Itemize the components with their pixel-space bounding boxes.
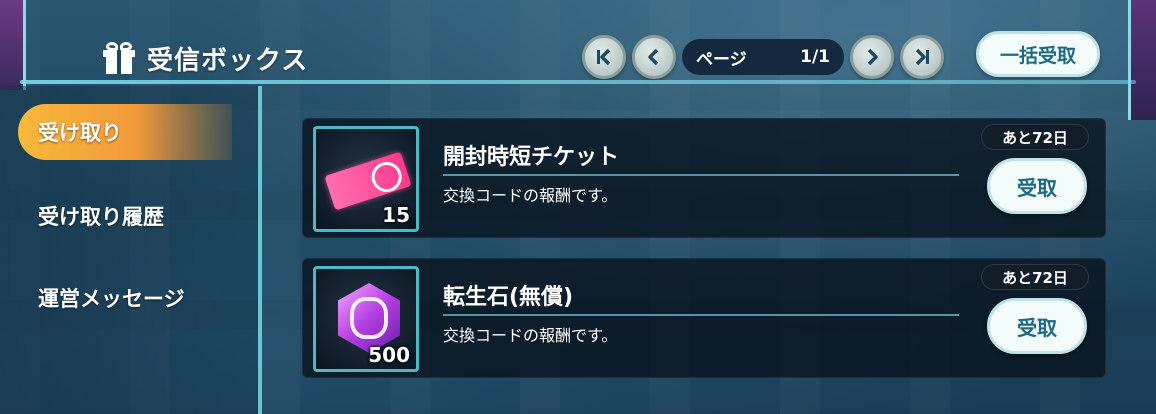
first-page-icon bbox=[597, 48, 611, 66]
last-page-icon bbox=[915, 48, 929, 66]
last-page-button[interactable] bbox=[900, 35, 944, 79]
days-left-badge: あと72日 bbox=[981, 264, 1089, 290]
list-item: 500 転生石(無償) 交換コードの報酬です。 あと72日 受取 bbox=[302, 258, 1106, 378]
item-divider bbox=[443, 174, 959, 176]
item-divider bbox=[443, 314, 959, 316]
title-text: 受信ボックス bbox=[147, 45, 309, 76]
list-item: 15 開封時短チケット 交換コードの報酬です。 あと72日 受取 bbox=[302, 118, 1106, 238]
claim-button[interactable]: 受取 bbox=[987, 298, 1087, 354]
sidebar-item-history[interactable]: 受け取り履歴 bbox=[18, 188, 232, 244]
sidebar: 受け取り 受け取り履歴 運営メッセージ bbox=[0, 86, 262, 414]
bulk-claim-button[interactable]: 一括受取 bbox=[976, 31, 1100, 77]
next-page-icon bbox=[867, 48, 878, 66]
item-quantity: 15 bbox=[382, 203, 410, 227]
prev-page-button[interactable] bbox=[632, 35, 676, 79]
pager: ページ 1/1 bbox=[582, 35, 944, 79]
gem-symbol bbox=[350, 297, 388, 339]
item-description: 交換コードの報酬です。 bbox=[443, 186, 618, 205]
item-thumbnail: 15 bbox=[313, 126, 419, 232]
page-label: ページ bbox=[696, 49, 747, 70]
page-title: 受信ボックス bbox=[103, 38, 308, 78]
next-page-button[interactable] bbox=[850, 35, 894, 79]
page-indicator: ページ 1/1 bbox=[682, 39, 844, 75]
ticket-icon bbox=[324, 151, 412, 211]
gift-icon bbox=[103, 42, 135, 74]
claim-button[interactable]: 受取 bbox=[987, 158, 1087, 214]
days-left-badge: あと72日 bbox=[981, 124, 1089, 150]
item-name: 転生石(無償) bbox=[443, 285, 574, 310]
frame-corner-right bbox=[1128, 0, 1156, 120]
item-thumbnail: 500 bbox=[313, 266, 419, 372]
first-page-button[interactable] bbox=[582, 35, 626, 79]
frame-corner-left bbox=[0, 0, 26, 90]
item-quantity: 500 bbox=[368, 343, 410, 367]
prev-page-icon bbox=[648, 48, 659, 66]
sidebar-item-receive[interactable]: 受け取り bbox=[18, 104, 232, 160]
sidebar-item-messages[interactable]: 運営メッセージ bbox=[18, 270, 232, 326]
item-name: 開封時短チケット bbox=[443, 145, 620, 170]
item-description: 交換コードの報酬です。 bbox=[443, 326, 618, 345]
page-value: 1/1 bbox=[800, 47, 830, 67]
header-divider bbox=[20, 80, 1136, 84]
